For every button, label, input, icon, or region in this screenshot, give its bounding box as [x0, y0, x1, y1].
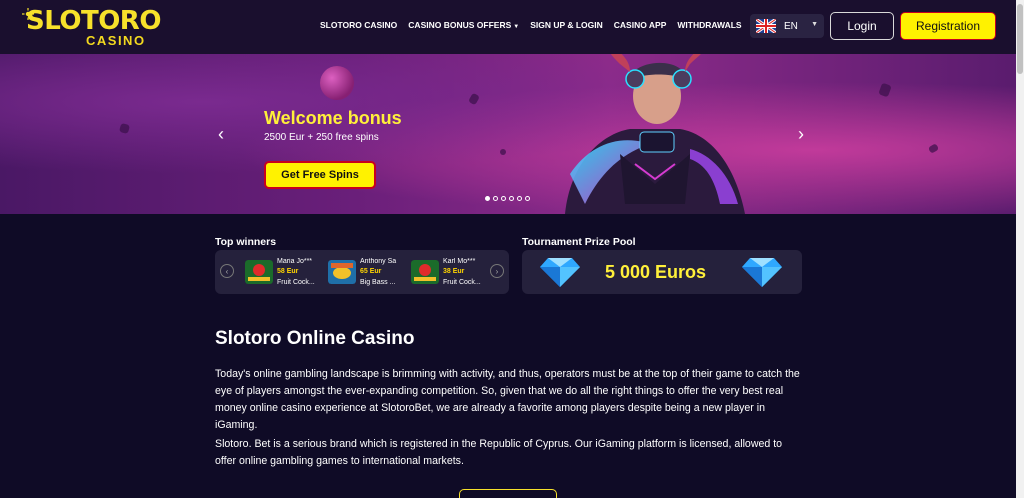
- pagination-dot[interactable]: [493, 196, 498, 201]
- banner-subtitle: 2500 Eur + 250 free spins: [264, 132, 379, 143]
- nav-casino-bonus-offers[interactable]: CASINO BONUS OFFERS ▼: [408, 20, 519, 30]
- rock-decoration: [468, 92, 480, 106]
- get-free-spins-button[interactable]: Get Free Spins: [264, 161, 376, 189]
- pagination-dot[interactable]: [501, 196, 506, 201]
- banner-title: Welcome bonus: [264, 108, 402, 128]
- banner-next-arrow[interactable]: ›: [798, 124, 804, 145]
- nav-withdrawals[interactable]: WITHDRAWALS: [677, 20, 741, 30]
- pagination-dot[interactable]: [509, 196, 514, 201]
- pagination-dot[interactable]: [525, 196, 530, 201]
- scrollbar-thumb[interactable]: [1017, 4, 1023, 74]
- registration-button[interactable]: Registration: [900, 12, 996, 40]
- logo-brand: SLOTORO: [26, 6, 161, 36]
- page-scrollbar[interactable]: [1016, 0, 1024, 498]
- big-bass-game-icon: [328, 260, 356, 284]
- main-nav: SLOTORO CASINO CASINO BONUS OFFERS ▼ SIGN…: [320, 20, 753, 30]
- read-more-button[interactable]: [459, 489, 557, 498]
- top-winners-label: Top winners: [215, 236, 277, 248]
- nav-casino-bonus-offers-label: CASINO BONUS OFFERS: [408, 20, 512, 30]
- site-header: SLOTORO CASINO SLOTORO CASINO CASINO BON…: [0, 0, 1016, 54]
- login-button[interactable]: Login: [830, 12, 894, 40]
- rock-decoration: [498, 147, 508, 157]
- winner-name: Maria Jo***: [277, 258, 313, 265]
- promo-banner: ‹ Welcome bonus 2500 Eur + 250 free spin…: [0, 54, 1016, 214]
- rock-decoration: [927, 143, 940, 154]
- pagination-dot[interactable]: [517, 196, 522, 201]
- winner-game: Fruit Cock...: [443, 279, 481, 286]
- prize-pool-label: Tournament Prize Pool: [522, 236, 636, 248]
- nav-casino-app[interactable]: CASINO APP: [614, 20, 667, 30]
- logo-subtitle: CASINO: [86, 33, 146, 48]
- uk-flag-icon: [756, 19, 776, 33]
- winner-game: Fruit Cock...: [277, 279, 315, 286]
- intro-paragraph: Today's online gambling landscape is bri…: [215, 368, 800, 431]
- winner-name: Karl Mo***: [443, 258, 476, 265]
- pagination-dot[interactable]: [485, 196, 490, 201]
- fruit-cocktail-game-icon: [245, 260, 273, 284]
- winner-name: Anthony Sa: [360, 258, 397, 265]
- page-heading: Slotoro Online Casino: [215, 328, 415, 349]
- nav-sign-up-login[interactable]: SIGN UP & LOGIN: [530, 20, 603, 30]
- nav-slotoro-casino[interactable]: SLOTORO CASINO: [320, 20, 397, 30]
- caret-down-icon: ▼: [513, 24, 520, 30]
- fruit-cocktail-game-icon: [411, 260, 439, 284]
- diamond-icon: [742, 258, 782, 287]
- rock-decoration: [878, 82, 892, 98]
- top-winners-carousel: ‹ Maria Jo*** 58 Eur Fruit Cock... Antho…: [215, 250, 509, 294]
- chevron-down-icon: ▼: [811, 21, 818, 28]
- winners-next-button[interactable]: ›: [490, 264, 504, 278]
- winner-amount: 65 Eur: [360, 268, 382, 275]
- prize-pool-value: 5 000 Euros: [605, 262, 707, 282]
- banner-prev-arrow[interactable]: ‹: [218, 124, 224, 145]
- brand-paragraph: Slotoro. Bet is a serious brand which is…: [215, 438, 783, 467]
- language-code: EN: [784, 20, 798, 32]
- winners-prev-button[interactable]: ‹: [220, 264, 234, 278]
- winner-game: Big Bass ...: [360, 279, 396, 286]
- prize-pool-card: 5 000 Euros: [522, 250, 802, 294]
- rock-decoration: [118, 122, 131, 135]
- planet-decoration: [320, 66, 354, 100]
- language-selector[interactable]: EN ▼: [750, 14, 824, 38]
- winner-amount: 58 Eur: [277, 268, 299, 275]
- banner-pagination: [485, 196, 530, 201]
- winner-amount: 38 Eur: [443, 268, 465, 275]
- diamond-icon: [540, 258, 580, 287]
- site-logo[interactable]: SLOTORO CASINO: [22, 6, 164, 48]
- hero-character-image: [565, 54, 745, 214]
